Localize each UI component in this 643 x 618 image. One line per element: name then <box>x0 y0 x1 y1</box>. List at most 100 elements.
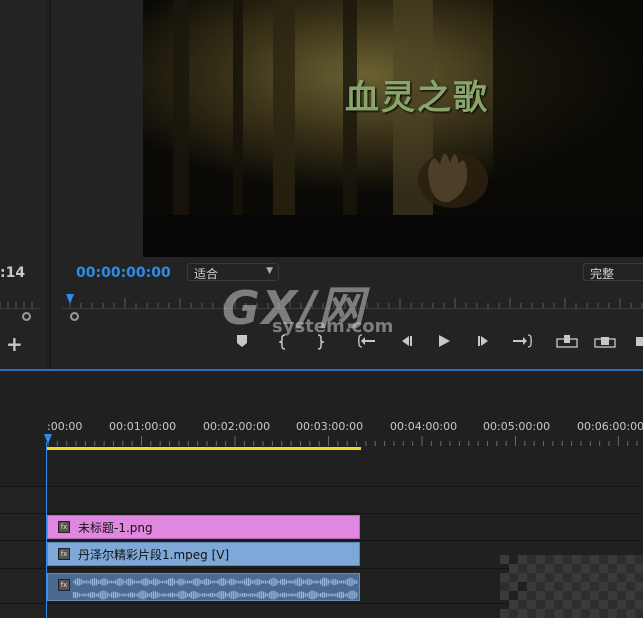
waveform-bar <box>73 581 75 583</box>
source-scrub-bar[interactable] <box>0 308 40 309</box>
ruler-label: 00:04:00:00 <box>390 420 458 433</box>
button-editor-add-icon[interactable]: + <box>6 334 23 354</box>
blur-block <box>599 609 608 618</box>
playback-resolution-dropdown[interactable]: 完整 <box>583 263 643 281</box>
waveform-bar <box>139 580 141 584</box>
overwrite-icon[interactable] <box>594 334 616 352</box>
waveform-bar <box>107 592 109 598</box>
blur-block <box>545 609 554 618</box>
waveform-bar <box>249 578 251 586</box>
waveform-bar <box>318 580 320 584</box>
waveform-bar <box>230 591 232 599</box>
waveform-bar <box>111 580 113 584</box>
playhead-timecode[interactable]: 00:00:00:00 <box>76 265 171 281</box>
waveform-bar <box>302 580 305 584</box>
blur-block <box>617 573 626 582</box>
waveform-bar <box>135 593 137 597</box>
blur-block <box>500 591 509 600</box>
waveform-bar <box>304 593 306 597</box>
waveform-bar <box>257 578 259 586</box>
waveform-bar <box>164 580 166 584</box>
insert-icon[interactable] <box>556 334 578 352</box>
waveform-bar <box>173 579 175 585</box>
waveform-bar <box>310 579 312 585</box>
ruler-label: 00:05:00:00 <box>483 420 551 433</box>
waveform-bar <box>247 593 249 597</box>
blur-block <box>518 600 527 609</box>
waveform-bar <box>149 580 151 584</box>
monitor-playhead-marker[interactable] <box>66 294 74 304</box>
waveform-bar <box>314 580 316 584</box>
waveform-bar <box>141 579 143 585</box>
waveform-bar <box>302 591 305 599</box>
blur-block <box>563 564 572 573</box>
waveform-bar <box>276 579 278 585</box>
step-back-icon[interactable] <box>398 334 414 352</box>
step-forward-icon[interactable] <box>476 334 492 352</box>
play-icon[interactable] <box>436 334 452 352</box>
waveform-bar <box>74 579 77 585</box>
track-headers <box>0 486 46 618</box>
waveform-bar <box>122 593 124 597</box>
export-frame-icon[interactable] <box>634 334 643 352</box>
waveform-bar <box>318 593 320 597</box>
blur-block <box>590 609 599 618</box>
waveform-bar <box>240 580 242 584</box>
blur-block <box>581 582 590 591</box>
track-divider <box>0 513 643 514</box>
video-preview[interactable] <box>143 0 643 257</box>
go-to-out-icon[interactable] <box>512 334 533 352</box>
waveform-bar <box>194 591 196 599</box>
waveform-bar <box>350 577 352 587</box>
waveform-bar <box>255 593 257 597</box>
blur-block <box>581 573 590 582</box>
graphic-clip[interactable]: fx 未标题-1.png <box>47 515 360 539</box>
waveform-bar <box>321 592 324 598</box>
blur-block <box>581 564 590 573</box>
waveform-bar <box>131 592 134 598</box>
waveform-bar <box>270 591 272 599</box>
waveform-bar <box>234 579 236 585</box>
waveform-bar <box>124 580 126 584</box>
zoom-dropdown-value: 适合 <box>194 267 219 281</box>
blur-block <box>590 591 599 600</box>
blur-block <box>509 573 518 582</box>
waveform-bar <box>272 590 274 600</box>
waveform-bar <box>137 592 139 598</box>
work-area-bar[interactable] <box>47 447 361 450</box>
blur-block <box>536 573 545 582</box>
video-clip[interactable]: fx 丹泽尔精彩片段1.mpeg [V] <box>47 542 360 566</box>
waveform-bar <box>95 593 97 597</box>
waveform-bar <box>116 578 118 586</box>
waveform-bar <box>264 592 267 598</box>
blur-block <box>635 555 643 564</box>
source-timecode[interactable]: :14 <box>0 265 25 281</box>
waveform-bar <box>80 579 82 585</box>
waveform-bar <box>228 592 230 598</box>
source-zoom-handle[interactable] <box>22 312 31 321</box>
audio-clip[interactable]: fx <box>47 573 360 601</box>
blur-block <box>626 600 635 609</box>
waveform-bar <box>251 593 253 597</box>
blur-block <box>572 591 581 600</box>
waveform-bar <box>147 592 149 598</box>
blur-block <box>608 600 617 609</box>
waveform-bar <box>335 593 337 597</box>
blur-block <box>572 555 581 564</box>
waveform-bar <box>251 580 253 584</box>
waveform-bar <box>278 593 280 597</box>
program-zoom-handle[interactable] <box>70 312 79 321</box>
waveform-bar <box>285 579 287 585</box>
waveform-bar <box>160 580 162 584</box>
waveform-bar <box>259 591 261 599</box>
waveform-bar <box>356 592 358 598</box>
waveform-bar <box>177 592 179 598</box>
waveform-bar <box>352 578 354 586</box>
blur-block <box>554 609 563 618</box>
waveform-bar <box>240 593 242 597</box>
waveform-bar <box>348 577 350 587</box>
blur-block <box>617 564 626 573</box>
timeline-playhead[interactable] <box>46 442 47 618</box>
waveform-bar <box>76 592 78 598</box>
blur-block <box>608 582 617 591</box>
